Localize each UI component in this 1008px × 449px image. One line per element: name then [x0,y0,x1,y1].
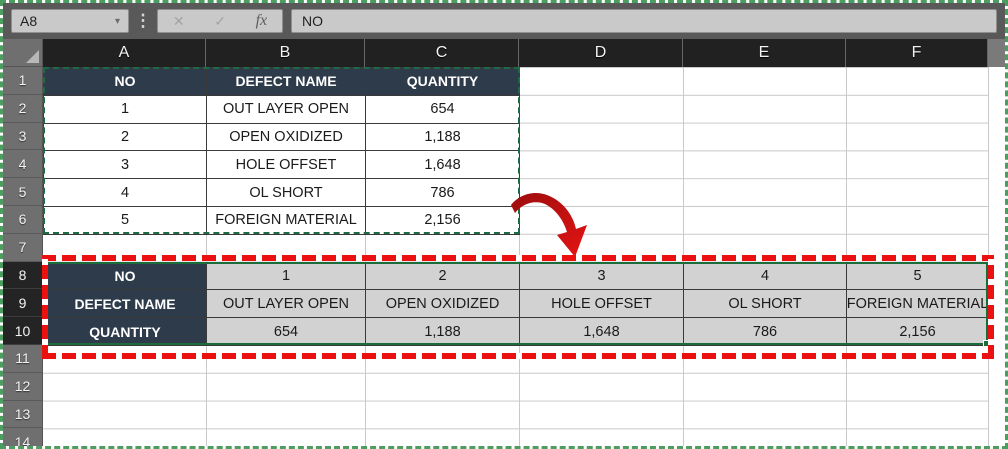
transposed-label-no[interactable]: NO [44,263,207,291]
worksheet-grid: A B C D E F 1 2 3 4 5 6 7 8 9 10 11 12 1… [3,39,1005,446]
source-cell[interactable]: 2,156 [366,207,520,235]
source-cell[interactable]: OL SHORT [207,179,366,207]
column-header-d[interactable]: D [519,39,683,67]
column-header-f[interactable]: F [846,39,988,67]
formula-bar-input[interactable]: NO [291,9,997,33]
grid-line-vertical [846,67,847,446]
source-cell[interactable]: 4 [44,179,207,207]
enter-icon[interactable]: ✓ [214,14,226,28]
insert-function-icon[interactable]: fx [256,13,268,29]
grid-line-vertical [683,67,684,446]
source-cell[interactable]: 786 [366,179,520,207]
source-cell[interactable]: HOLE OFFSET [207,151,366,179]
column-header-b[interactable]: B [206,39,365,67]
source-cell[interactable]: OPEN OXIDIZED [207,124,366,152]
transposed-cell[interactable]: 5 [847,263,989,291]
transposed-table: NO 1 2 3 4 5 DEFECT NAME OUT LAYER OPEN … [43,262,989,346]
row-header-11[interactable]: 11 [3,345,43,373]
row-header-2[interactable]: 2 [3,95,43,123]
source-cell[interactable]: 5 [44,207,207,235]
transposed-cell[interactable]: 786 [684,318,847,346]
chevron-down-icon[interactable]: ▾ [115,16,120,27]
column-header-c[interactable]: C [365,39,519,67]
transposed-label-defect[interactable]: DEFECT NAME [44,290,207,318]
source-cell[interactable]: 1,188 [366,124,520,152]
transposed-cell[interactable]: 1 [207,263,366,291]
source-cell[interactable]: 1,648 [366,151,520,179]
row-header-10[interactable]: 10 [3,317,43,345]
row-headers: 1 2 3 4 5 6 7 8 9 10 11 12 13 14 [3,67,43,446]
source-cell[interactable]: OUT LAYER OPEN [207,96,366,124]
source-cell[interactable]: 2 [44,124,207,152]
source-header-quantity[interactable]: QUANTITY [366,68,520,96]
source-cell[interactable]: 3 [44,151,207,179]
formula-toolbar: A8 ▾ ⋮ ✕ ✓ fx NO [3,3,1005,39]
transposed-cell[interactable]: 3 [520,263,684,291]
transposed-cell[interactable]: 1,648 [520,318,684,346]
grid-line-vertical [988,67,989,446]
source-cell[interactable]: 654 [366,96,520,124]
transposed-cell[interactable]: 4 [684,263,847,291]
source-header-no[interactable]: NO [44,68,207,96]
header-gutter [988,39,1005,67]
formula-bar-value: NO [302,13,323,29]
excel-window: A8 ▾ ⋮ ✕ ✓ fx NO A B C D E F 1 2 3 4 [0,0,1008,449]
cancel-icon[interactable]: ✕ [173,14,185,28]
transposed-cell[interactable]: 2 [366,263,520,291]
source-cell[interactable]: 1 [44,96,207,124]
transposed-cell[interactable]: 2,156 [847,318,989,346]
transposed-cell[interactable]: 654 [207,318,366,346]
row-header-7[interactable]: 7 [3,234,43,262]
source-table: NO DEFECT NAME QUANTITY 1 OUT LAYER OPEN… [43,67,520,235]
transposed-cell[interactable]: FOREIGN MATERIAL [847,290,989,318]
row-header-6[interactable]: 6 [3,206,43,234]
transposed-label-quantity[interactable]: QUANTITY [44,318,207,346]
row-header-4[interactable]: 4 [3,150,43,178]
row-header-8[interactable]: 8 [3,262,43,290]
toolbar-handle-dots-icon: ⋮ [136,7,150,35]
transposed-cell[interactable]: OUT LAYER OPEN [207,290,366,318]
source-header-defect[interactable]: DEFECT NAME [207,68,366,96]
column-header-e[interactable]: E [683,39,846,67]
transposed-cell[interactable]: 1,188 [366,318,520,346]
row-header-1[interactable]: 1 [3,67,43,95]
select-all-triangle-icon [26,50,39,63]
transposed-cell[interactable]: HOLE OFFSET [520,290,684,318]
formula-buttons: ✕ ✓ fx [157,9,283,33]
row-header-14[interactable]: 14 [3,428,43,446]
row-header-13[interactable]: 13 [3,401,43,429]
row-header-3[interactable]: 3 [3,123,43,151]
column-header-a[interactable]: A [43,39,206,67]
name-box[interactable]: A8 ▾ [11,9,129,33]
select-all-button[interactable] [3,39,43,67]
source-cell[interactable]: FOREIGN MATERIAL [207,207,366,235]
transposed-cell[interactable]: OL SHORT [684,290,847,318]
row-header-5[interactable]: 5 [3,178,43,206]
name-box-value: A8 [20,13,115,29]
row-header-12[interactable]: 12 [3,373,43,401]
row-header-9[interactable]: 9 [3,289,43,317]
transposed-cell[interactable]: OPEN OXIDIZED [366,290,520,318]
